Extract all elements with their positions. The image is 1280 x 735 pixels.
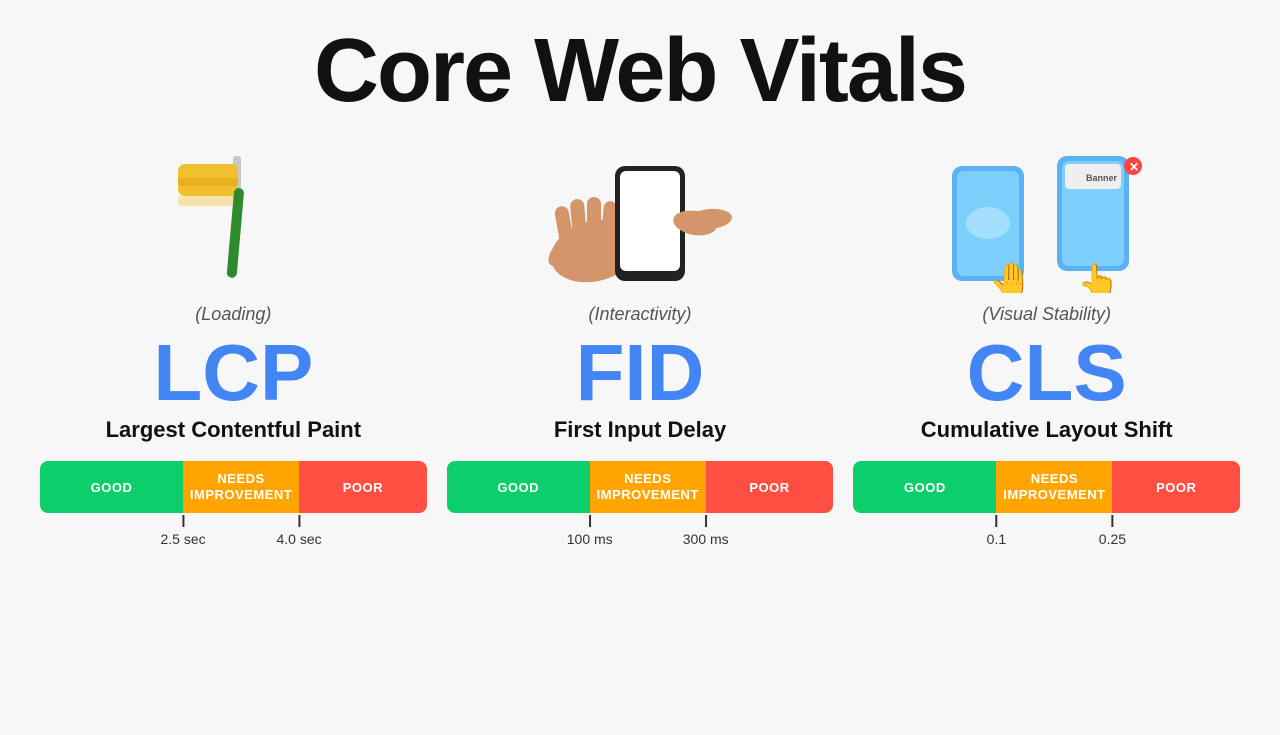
cls-needs: NEEDSIMPROVEMENT	[996, 461, 1112, 513]
lcp-good: GOOD	[40, 461, 183, 513]
svg-text:👆: 👆	[1077, 262, 1119, 293]
fid-tick-1: 100 ms	[567, 515, 613, 547]
svg-text:🤚: 🤚	[989, 260, 1034, 293]
cls-icon-area: Banner ✕ 🤚 👆	[937, 143, 1157, 298]
cls-acronym: CLS	[967, 333, 1127, 413]
lcp-tick-1-label: 2.5 sec	[160, 531, 205, 547]
fid-good: GOOD	[447, 461, 590, 513]
fid-tick-1-label: 100 ms	[567, 531, 613, 547]
lcp-tick-1: 2.5 sec	[160, 515, 205, 547]
cls-good: GOOD	[853, 461, 996, 513]
lcp-poor: POOR	[299, 461, 427, 513]
lcp-category: (Loading)	[195, 304, 271, 325]
fid-needs: NEEDSIMPROVEMENT	[590, 461, 706, 513]
metric-cls: Banner ✕ 🤚 👆 (Visual Stability) CLS Cumu…	[853, 143, 1240, 545]
fid-name: First Input Delay	[554, 417, 726, 443]
fid-icon-area	[540, 143, 740, 298]
cls-tick-2: 0.25	[1099, 515, 1126, 547]
cls-poor: POOR	[1112, 461, 1240, 513]
lcp-ticks: 2.5 sec 4.0 sec	[40, 515, 427, 545]
paint-roller-icon	[168, 146, 298, 296]
lcp-bar-container: GOOD NEEDSIMPROVEMENT POOR 2.5 sec 4.0 s…	[40, 461, 427, 545]
metrics-row: (Loading) LCP Largest Contentful Paint G…	[40, 143, 1240, 545]
metric-lcp: (Loading) LCP Largest Contentful Paint G…	[40, 143, 427, 545]
lcp-needs: NEEDSIMPROVEMENT	[183, 461, 299, 513]
page-container: Core Web Vitals	[0, 0, 1280, 735]
fid-acronym: FID	[576, 333, 705, 413]
lcp-icon-area	[168, 143, 298, 298]
metric-fid: (Interactivity) FID First Input Delay GO…	[447, 143, 834, 545]
cls-tick-1-label: 0.1	[987, 531, 1006, 547]
cls-name: Cumulative Layout Shift	[921, 417, 1173, 443]
cls-tick-1: 0.1	[987, 515, 1006, 547]
page-title: Core Web Vitals	[314, 20, 966, 123]
cls-bar-track: GOOD NEEDSIMPROVEMENT POOR	[853, 461, 1240, 513]
lcp-name: Largest Contentful Paint	[106, 417, 361, 443]
layout-shift-icon: Banner ✕ 🤚 👆	[937, 148, 1157, 293]
fid-tick-2: 300 ms	[683, 515, 729, 547]
phone-tap-icon	[540, 151, 740, 291]
fid-ticks: 100 ms 300 ms	[447, 515, 834, 545]
fid-tick-2-label: 300 ms	[683, 531, 729, 547]
lcp-tick-2: 4.0 sec	[276, 515, 321, 547]
lcp-bar-track: GOOD NEEDSIMPROVEMENT POOR	[40, 461, 427, 513]
cls-tick-2-label: 0.25	[1099, 531, 1126, 547]
svg-text:Banner: Banner	[1086, 173, 1118, 183]
lcp-tick-2-label: 4.0 sec	[276, 531, 321, 547]
fid-bar-container: GOOD NEEDSIMPROVEMENT POOR 100 ms 300 ms	[447, 461, 834, 545]
fid-category: (Interactivity)	[588, 304, 691, 325]
cls-category: (Visual Stability)	[982, 304, 1111, 325]
cls-ticks: 0.1 0.25	[853, 515, 1240, 545]
lcp-acronym: LCP	[153, 333, 313, 413]
fid-bar-track: GOOD NEEDSIMPROVEMENT POOR	[447, 461, 834, 513]
cls-bar-container: GOOD NEEDSIMPROVEMENT POOR 0.1 0.25	[853, 461, 1240, 545]
svg-text:✕: ✕	[1129, 160, 1139, 174]
fid-poor: POOR	[706, 461, 834, 513]
